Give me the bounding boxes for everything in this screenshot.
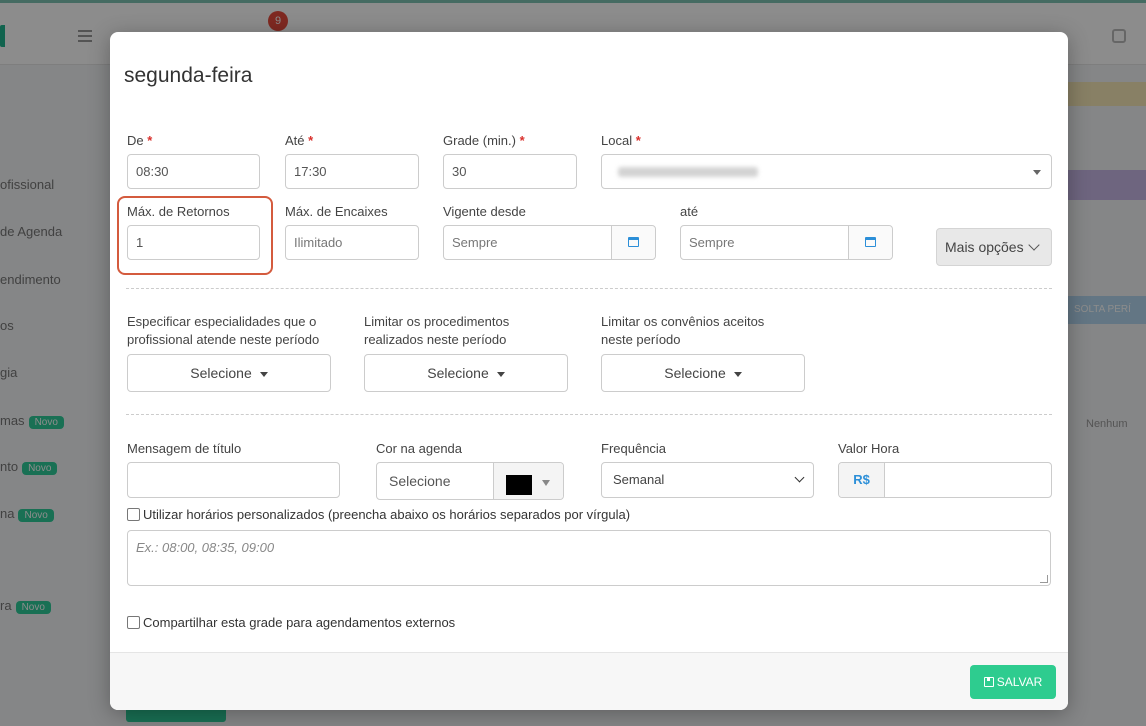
chevron-down-icon bbox=[1027, 239, 1040, 251]
custom-hours-label: Utilizar horários personalizados (preenc… bbox=[143, 507, 631, 522]
caret-down-icon bbox=[259, 371, 268, 377]
modal-title: segunda-feira bbox=[124, 64, 253, 87]
local-selected-value bbox=[618, 167, 758, 177]
color-swatch bbox=[506, 475, 532, 495]
save-button[interactable]: SALVAR bbox=[970, 665, 1056, 699]
de-label: De * bbox=[127, 133, 153, 148]
valor-hora-input[interactable]: R$ bbox=[838, 462, 1052, 498]
share-row[interactable]: Compartilhar esta grade para agendamento… bbox=[127, 615, 455, 631]
local-label: Local * bbox=[601, 133, 641, 148]
vigente-ate-calendar-button[interactable] bbox=[848, 226, 892, 259]
vigente-ate-label: até bbox=[680, 204, 699, 219]
procedimentos-dropdown[interactable]: Selecione bbox=[364, 354, 568, 392]
color-select-label: Selecione bbox=[389, 473, 451, 489]
vigente-desde-placeholder: Sempre bbox=[452, 235, 498, 250]
custom-hours-row[interactable]: Utilizar horários personalizados (preenc… bbox=[127, 507, 630, 523]
save-button-label: SALVAR bbox=[996, 675, 1043, 689]
required-mark: * bbox=[308, 133, 314, 148]
color-picker-button[interactable] bbox=[493, 463, 563, 499]
share-label: Compartilhar esta grade para agendamento… bbox=[143, 615, 456, 630]
highlight-annotation bbox=[117, 196, 273, 275]
cor-label: Cor na agenda bbox=[376, 441, 463, 456]
frequencia-selected: Semanal bbox=[613, 472, 665, 487]
more-options-label: Mais opções bbox=[945, 239, 1024, 255]
schedule-modal: segunda-feira De * 08:30 Até * 17:30 Gra… bbox=[110, 32, 1068, 710]
custom-hours-placeholder: Ex.: 08:00, 08:35, 09:00 bbox=[136, 540, 275, 555]
calendar-icon bbox=[628, 237, 639, 247]
modal-footer: SALVAR bbox=[110, 652, 1068, 710]
max-encaixes-label: Máx. de Encaixes bbox=[285, 204, 388, 219]
vigente-desde-input[interactable]: Sempre bbox=[443, 225, 656, 260]
dropdown-label: Selecione bbox=[190, 365, 252, 381]
especialidades-label: Especificar especialidades que o profissi… bbox=[127, 314, 320, 347]
color-select[interactable]: Selecione bbox=[376, 462, 564, 500]
ate-input[interactable]: 17:30 bbox=[285, 154, 419, 189]
procedimentos-label: Limitar os procedimentos realizados neste… bbox=[364, 314, 510, 347]
vigente-desde-label: Vigente desde bbox=[443, 204, 526, 219]
grade-input[interactable]: 30 bbox=[443, 154, 577, 189]
resize-grip-icon[interactable] bbox=[1040, 575, 1048, 583]
required-mark: * bbox=[519, 133, 525, 148]
vigente-desde-calendar-button[interactable] bbox=[611, 226, 655, 259]
share-checkbox[interactable] bbox=[127, 616, 140, 629]
vigente-ate-placeholder: Sempre bbox=[689, 235, 735, 250]
valor-hora-label: Valor Hora bbox=[838, 441, 900, 456]
local-select[interactable] bbox=[601, 154, 1052, 189]
custom-hours-checkbox[interactable] bbox=[127, 508, 140, 521]
convenios-dropdown[interactable]: Selecione bbox=[601, 354, 805, 392]
section-divider bbox=[126, 288, 1052, 289]
required-mark: * bbox=[147, 133, 153, 148]
required-mark: * bbox=[635, 133, 641, 148]
mensagem-input[interactable] bbox=[127, 462, 340, 498]
vigente-ate-input[interactable]: Sempre bbox=[680, 225, 893, 260]
caret-down-icon bbox=[733, 371, 742, 377]
chevron-down-icon bbox=[794, 472, 805, 483]
especialidades-dropdown[interactable]: Selecione bbox=[127, 354, 331, 392]
caret-down-icon bbox=[496, 371, 505, 377]
custom-hours-textarea[interactable]: Ex.: 08:00, 08:35, 09:00 bbox=[127, 530, 1051, 586]
save-icon bbox=[983, 677, 994, 687]
calendar-icon bbox=[865, 237, 876, 247]
section-divider bbox=[126, 414, 1052, 415]
more-options-button[interactable]: Mais opções bbox=[936, 228, 1052, 266]
caret-down-icon bbox=[1033, 170, 1041, 175]
mensagem-label: Mensagem de título bbox=[127, 441, 242, 456]
frequencia-label: Frequência bbox=[601, 441, 667, 456]
de-input[interactable]: 08:30 bbox=[127, 154, 260, 189]
convenios-label: Limitar os convênios aceitos neste períod… bbox=[601, 314, 765, 347]
dropdown-label: Selecione bbox=[427, 365, 489, 381]
frequencia-select[interactable]: Semanal bbox=[601, 462, 814, 498]
currency-addon: R$ bbox=[839, 463, 885, 497]
max-encaixes-input[interactable]: Ilimitado bbox=[285, 225, 419, 260]
caret-down-icon bbox=[542, 480, 550, 486]
ate-label: Até * bbox=[285, 133, 314, 148]
grade-label: Grade (min.) * bbox=[443, 133, 525, 148]
dropdown-label: Selecione bbox=[664, 365, 726, 381]
